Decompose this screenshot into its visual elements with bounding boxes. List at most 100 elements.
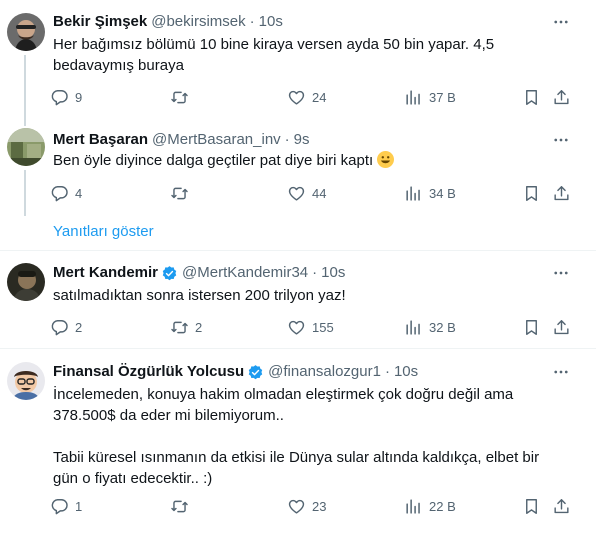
tweet-header: Mert Başaran @MertBasaran_inv · 9s bbox=[53, 130, 310, 150]
views-count: 34 B bbox=[429, 185, 456, 201]
reply-icon bbox=[50, 184, 69, 203]
reply-button[interactable]: 1 bbox=[50, 494, 82, 518]
reply-icon bbox=[50, 88, 69, 107]
like-icon bbox=[287, 184, 306, 203]
reply-icon bbox=[50, 318, 69, 337]
bookmark-button[interactable] bbox=[522, 181, 541, 205]
more-icon[interactable] bbox=[552, 264, 570, 282]
author-name[interactable]: Mert Kandemir bbox=[53, 263, 158, 283]
share-icon bbox=[552, 318, 571, 337]
thread-line bbox=[24, 118, 26, 126]
thread-line bbox=[24, 170, 26, 216]
action-bar: 2 2 155 32 B bbox=[50, 315, 580, 339]
like-icon bbox=[287, 497, 306, 516]
tweet-text-body: Ben öyle diyince dalga geçtiler pat diye… bbox=[53, 152, 374, 169]
views-icon bbox=[404, 88, 423, 107]
share-icon bbox=[552, 184, 571, 203]
reply-button[interactable]: 9 bbox=[50, 85, 82, 109]
views-count: 32 B bbox=[429, 319, 456, 335]
avatar[interactable] bbox=[7, 362, 45, 400]
timestamp[interactable]: 10s bbox=[259, 12, 283, 32]
separator-dot: · bbox=[312, 264, 318, 281]
reply-icon bbox=[50, 497, 69, 516]
retweet-button[interactable]: 2 bbox=[170, 315, 202, 339]
reply-button[interactable]: 4 bbox=[50, 181, 82, 205]
like-icon bbox=[287, 318, 306, 337]
tweet-header: Bekir Şimşek @bekirsimsek · 10s bbox=[53, 12, 283, 32]
author-handle[interactable]: @MertBasaran_inv bbox=[152, 130, 281, 150]
smile-emoji-icon bbox=[377, 151, 395, 168]
tweet-mert-basaran[interactable]: Mert Başaran @MertBasaran_inv · 9s Ben ö… bbox=[0, 118, 596, 250]
tweet-header: Finansal Özgürlük Yolcusu @finansalozgur… bbox=[53, 362, 418, 382]
retweet-icon bbox=[170, 318, 189, 337]
tweet-text: Ben öyle diyince dalga geçtiler pat diye… bbox=[53, 150, 573, 171]
reply-count: 1 bbox=[75, 498, 83, 514]
action-bar: 1 23 22 B bbox=[50, 494, 580, 518]
reply-count: 2 bbox=[75, 319, 83, 335]
timestamp[interactable]: 10s bbox=[321, 263, 345, 283]
tweet-text: İncelemeden, konuya hakim olmadan eleşti… bbox=[53, 386, 540, 487]
verified-badge-icon bbox=[247, 364, 264, 381]
bookmark-button[interactable] bbox=[522, 494, 541, 518]
retweet-icon bbox=[170, 184, 189, 203]
author-handle[interactable]: @bekirsimsek bbox=[151, 12, 245, 32]
views-button[interactable]: 32 B bbox=[404, 315, 456, 339]
bookmark-icon bbox=[522, 497, 541, 516]
share-button[interactable] bbox=[552, 494, 571, 518]
views-button[interactable]: 37 B bbox=[404, 85, 456, 109]
thread-line bbox=[24, 55, 26, 118]
verified-badge-icon bbox=[161, 265, 178, 282]
like-button[interactable]: 24 bbox=[287, 85, 326, 109]
share-button[interactable] bbox=[552, 181, 571, 205]
tweet-mert-kandemir[interactable]: Mert Kandemir @MertKandemir34 · 10s satı… bbox=[0, 251, 596, 348]
avatar[interactable] bbox=[7, 13, 45, 51]
action-bar: 4 44 34 B bbox=[50, 181, 580, 205]
author-name[interactable]: Mert Başaran bbox=[53, 130, 148, 150]
share-button[interactable] bbox=[552, 315, 571, 339]
author-name[interactable]: Bekir Şimşek bbox=[53, 12, 147, 32]
bookmark-button[interactable] bbox=[522, 85, 541, 109]
retweet-button[interactable] bbox=[170, 494, 195, 518]
bookmark-button[interactable] bbox=[522, 315, 541, 339]
more-icon[interactable] bbox=[552, 131, 570, 149]
like-button[interactable]: 155 bbox=[287, 315, 334, 339]
retweet-button[interactable] bbox=[170, 85, 195, 109]
avatar[interactable] bbox=[7, 128, 45, 166]
more-icon[interactable] bbox=[552, 363, 570, 381]
bookmark-icon bbox=[522, 184, 541, 203]
show-replies-link[interactable]: Yanıtları göster bbox=[53, 222, 154, 242]
views-icon bbox=[404, 318, 423, 337]
views-icon bbox=[404, 497, 423, 516]
views-count: 22 B bbox=[429, 498, 456, 514]
views-button[interactable]: 22 B bbox=[404, 494, 456, 518]
reply-button[interactable]: 2 bbox=[50, 315, 82, 339]
tweet-bekir-simsek[interactable]: Bekir Şimşek @bekirsimsek · 10s Her bağı… bbox=[0, 0, 596, 118]
share-icon bbox=[552, 497, 571, 516]
more-icon[interactable] bbox=[552, 13, 570, 31]
like-count: 23 bbox=[312, 498, 327, 514]
like-count: 24 bbox=[312, 89, 327, 105]
author-name[interactable]: Finansal Özgürlük Yolcusu bbox=[53, 362, 244, 382]
like-button[interactable]: 44 bbox=[287, 181, 326, 205]
author-handle[interactable]: @finansalozgur1 bbox=[268, 362, 381, 382]
bookmark-icon bbox=[522, 318, 541, 337]
timestamp[interactable]: 10s bbox=[394, 362, 418, 382]
reply-feed: Bekir Şimşek @bekirsimsek · 10s Her bağı… bbox=[0, 0, 596, 533]
tweet-header: Mert Kandemir @MertKandemir34 · 10s bbox=[53, 263, 345, 283]
author-handle[interactable]: @MertKandemir34 bbox=[182, 263, 308, 283]
retweet-count: 2 bbox=[195, 319, 203, 335]
share-button[interactable] bbox=[552, 85, 571, 109]
retweet-icon bbox=[170, 88, 189, 107]
avatar[interactable] bbox=[7, 263, 45, 301]
tweet-finansal-ozgurluk[interactable]: Finansal Özgürlük Yolcusu @finansalozgur… bbox=[0, 349, 596, 533]
retweet-button[interactable] bbox=[170, 181, 195, 205]
separator-dot: · bbox=[384, 363, 390, 380]
like-icon bbox=[287, 88, 306, 107]
like-button[interactable]: 23 bbox=[287, 494, 326, 518]
tweet-text: satılmadıktan sonra istersen 200 trilyon… bbox=[53, 287, 346, 304]
separator-dot: · bbox=[284, 131, 290, 148]
timestamp[interactable]: 9s bbox=[294, 130, 310, 150]
views-button[interactable]: 34 B bbox=[404, 181, 456, 205]
bookmark-icon bbox=[522, 88, 541, 107]
share-icon bbox=[552, 88, 571, 107]
